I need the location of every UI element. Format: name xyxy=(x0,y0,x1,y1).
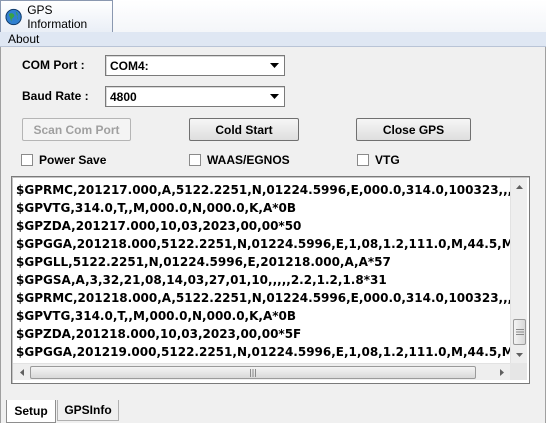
baud-rate-select[interactable]: 4800 xyxy=(105,86,285,107)
log-line: $GPVTG,314.0,T,,M,000.0,N,000.0,K,A*0B xyxy=(16,201,297,215)
waas-egnos-label: WAAS/EGNOS xyxy=(207,153,290,167)
power-save-box[interactable] xyxy=(21,154,33,166)
nmea-log[interactable]: $GPRMC,201217.000,A,5122.2251,N,01224.59… xyxy=(11,176,530,384)
vtg-label: VTG xyxy=(375,153,400,167)
scroll-right-icon[interactable] xyxy=(493,364,510,381)
log-line: $GPGLL,5122.2251,N,01224.5996,E,201218.0… xyxy=(16,255,391,269)
log-line: $GPZDA,201217.000,10,03,2023,00,00*50 xyxy=(16,219,302,233)
com-port-label: COM Port : xyxy=(22,58,85,72)
tab-gps-info[interactable]: GPSInfo xyxy=(57,400,119,421)
vtg-box[interactable] xyxy=(357,154,369,166)
log-lines: $GPRMC,201217.000,A,5122.2251,N,01224.59… xyxy=(16,181,510,364)
menu-bar: About xyxy=(0,32,546,47)
chevron-down-icon[interactable] xyxy=(266,57,283,74)
menu-about[interactable]: About xyxy=(8,32,39,47)
log-line: $GPGGA,201218.000,5122.2251,N,01224.5996… xyxy=(16,237,510,251)
app-title: GPS Information xyxy=(27,3,88,31)
log-line: $GPVTG,314.0,T,,M,000.0,N,000.0,K,A*0B xyxy=(16,309,297,323)
globe-icon xyxy=(5,8,22,26)
scroll-down-icon[interactable] xyxy=(511,346,528,363)
close-gps-button[interactable]: Close GPS xyxy=(356,118,471,141)
com-port-select[interactable]: COM4: xyxy=(105,55,285,76)
scroll-up-icon[interactable] xyxy=(511,178,528,195)
log-line: $GPRMC,201218.000,A,5122.2251,N,01224.59… xyxy=(16,291,510,305)
vertical-scroll-thumb[interactable] xyxy=(513,319,526,345)
chevron-down-icon[interactable] xyxy=(266,88,283,105)
log-line: $GPRMC,201217.000,A,5122.2251,N,01224.59… xyxy=(16,183,510,197)
log-line: $GPGGA,201219.000,5122.2251,N,01224.5996… xyxy=(16,345,510,359)
log-line: $GPGSA,A,3,32,21,08,14,03,27,01,10,,,,,2… xyxy=(16,273,387,287)
power-save-label: Power Save xyxy=(39,153,107,167)
power-save-checkbox[interactable]: Power Save xyxy=(21,153,106,167)
tab-setup[interactable]: Setup xyxy=(6,400,56,423)
horizontal-scrollbar[interactable] xyxy=(13,363,510,380)
vertical-scrollbar[interactable] xyxy=(510,178,527,363)
scrollbar-corner xyxy=(510,363,527,380)
com-port-value: COM4: xyxy=(110,59,149,73)
app-title-tab[interactable]: GPS Information xyxy=(0,0,113,33)
baud-rate-value: 4800 xyxy=(110,90,137,104)
horizontal-scroll-thumb[interactable] xyxy=(30,366,476,379)
cold-start-button[interactable]: Cold Start xyxy=(189,118,299,141)
waas-egnos-checkbox[interactable]: WAAS/EGNOS xyxy=(189,153,290,167)
scan-com-port-button[interactable]: Scan Com Port xyxy=(22,118,131,141)
grip-icon xyxy=(515,329,524,335)
baud-rate-label: Baud Rate : xyxy=(22,89,89,103)
tab-strip-background xyxy=(113,0,546,33)
log-line: $GPZDA,201218.000,10,03,2023,00,00*5F xyxy=(16,327,302,341)
scroll-left-icon[interactable] xyxy=(13,364,30,381)
vtg-checkbox[interactable]: VTG xyxy=(357,153,400,167)
waas-egnos-box[interactable] xyxy=(189,154,201,166)
grip-icon xyxy=(250,368,256,377)
